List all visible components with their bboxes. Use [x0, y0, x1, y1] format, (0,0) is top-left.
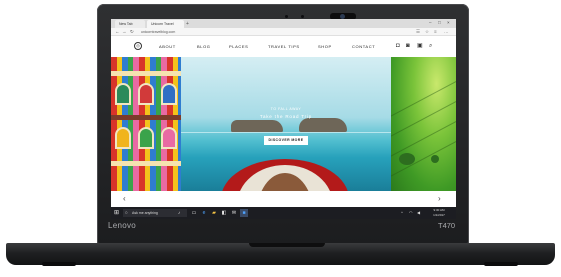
reading-view-icon[interactable]: ☰ — [416, 28, 420, 36]
edge-icon[interactable]: e — [200, 209, 208, 217]
address-bar-row: ← → ↻ unicorntravelblog.com ☰ ☆ ≡ … — [111, 28, 456, 36]
tab-label: New Tab — [119, 22, 133, 26]
pinterest-icon[interactable]: ▣ — [417, 42, 423, 50]
nav-about[interactable]: ABOUT — [159, 44, 176, 49]
windows-taskbar: ⊞ ○ Ask me anything ♪ ▭ e ▰ ◧ ✉ ■ ^ ◠ ◀ … — [111, 207, 456, 219]
browser-tab[interactable]: New Tab — [115, 20, 145, 28]
sea-boat-image: TO FALL AWAY Take the Road Trip DISCOVER… — [181, 57, 391, 191]
chevron-up-icon[interactable]: ^ — [401, 207, 403, 219]
rock-island — [299, 118, 347, 132]
browser-tab-active[interactable]: Unicorn Travel Blog× — [147, 20, 184, 34]
nav-contact[interactable]: CONTACT — [352, 44, 375, 49]
colorful-building-image — [111, 57, 181, 191]
facade-band — [111, 71, 181, 76]
hero-kicker: TO FALL AWAY — [270, 107, 302, 111]
nav-places[interactable]: PLACES — [229, 44, 248, 49]
discover-more-button[interactable]: DISCOVER MORE — [264, 136, 308, 145]
more-icon[interactable]: … — [444, 28, 449, 36]
task-view-icon[interactable]: ▭ — [190, 209, 198, 217]
model-label: T470 — [438, 221, 456, 230]
maximize-icon[interactable]: □ — [438, 19, 441, 27]
cortana-search[interactable]: ○ Ask me anything ♪ — [123, 209, 187, 217]
browser-tab-bar: New Tab Unicorn Travel Blog× + – □ × — [111, 19, 456, 34]
store-icon[interactable]: ◧ — [220, 209, 228, 217]
window-arch — [161, 127, 177, 149]
laptop-base — [6, 243, 555, 265]
chevron-right-icon[interactable]: › — [438, 194, 441, 204]
field-furrow — [391, 75, 456, 120]
new-tab-button[interactable]: + — [186, 20, 189, 28]
favorites-icon[interactable]: ☆ — [425, 28, 429, 36]
facade-band — [111, 115, 181, 120]
system-clock[interactable]: 9:30 AM 1/1/2017 — [429, 208, 449, 218]
chevron-left-icon[interactable]: ‹ — [123, 194, 126, 204]
back-icon[interactable]: ← — [115, 28, 120, 36]
file-explorer-icon[interactable]: ▰ — [210, 209, 218, 217]
tree — [399, 153, 415, 165]
window-arch — [161, 83, 177, 105]
url-field[interactable]: unicorntravelblog.com — [141, 29, 175, 35]
hero-title: Take the Road Trip — [259, 114, 313, 119]
search-icon[interactable]: ⌕ — [429, 42, 432, 50]
rubber-foot — [484, 262, 518, 266]
nav-blog[interactable]: BLOG — [197, 44, 211, 49]
search-placeholder: Ask me anything — [132, 211, 158, 215]
hub-icon[interactable]: ≡ — [434, 28, 437, 36]
clock-date: 1/1/2017 — [433, 213, 445, 217]
nav-travel-tips[interactable]: TRAVEL TIPS — [268, 44, 300, 49]
compass-icon[interactable]: ◎ — [134, 42, 142, 50]
field-furrow — [391, 95, 456, 140]
rock-island — [231, 120, 283, 132]
volume-icon[interactable]: ◀ — [417, 207, 420, 219]
facade-band — [111, 161, 181, 166]
close-window-icon[interactable]: × — [447, 19, 450, 27]
facebook-icon[interactable]: ◙ — [406, 42, 410, 50]
horizon-line — [181, 132, 391, 133]
rubber-foot — [42, 262, 76, 266]
ambient-sensor — [285, 15, 288, 18]
microphone-icon[interactable]: ♪ — [178, 209, 180, 217]
window-arch — [138, 127, 154, 149]
refresh-icon[interactable]: ↻ — [130, 28, 134, 36]
window-arch — [138, 83, 154, 105]
search-icon: ○ — [125, 210, 128, 215]
nav-shop[interactable]: SHOP — [318, 44, 332, 49]
start-icon[interactable]: ⊞ — [114, 210, 119, 216]
window-arch — [115, 83, 131, 105]
minimize-icon[interactable]: – — [429, 19, 432, 27]
window-arch — [115, 127, 131, 149]
app-icon[interactable]: ■ — [240, 209, 248, 217]
network-icon[interactable]: ◠ — [409, 207, 413, 219]
site-header: ◎ ABOUT BLOG PLACES TRAVEL TIPS SHOP CON… — [111, 36, 456, 57]
tree — [431, 155, 439, 163]
green-field-image — [391, 57, 456, 191]
instagram-icon[interactable]: ◘ — [396, 42, 400, 50]
field-furrow — [391, 115, 456, 160]
mail-icon[interactable]: ✉ — [230, 209, 238, 217]
hero-carousel: TO FALL AWAY Take the Road Trip DISCOVER… — [111, 57, 456, 207]
brand-logo: Lenovo — [108, 221, 137, 230]
carousel-controls: ‹ › — [111, 191, 456, 207]
laptop-screen: New Tab Unicorn Travel Blog× + – □ × ← →… — [111, 19, 456, 219]
ambient-sensor — [301, 15, 304, 18]
boat-bow — [221, 159, 349, 191]
lid-notch — [249, 243, 325, 247]
forward-icon[interactable]: → — [122, 28, 127, 36]
